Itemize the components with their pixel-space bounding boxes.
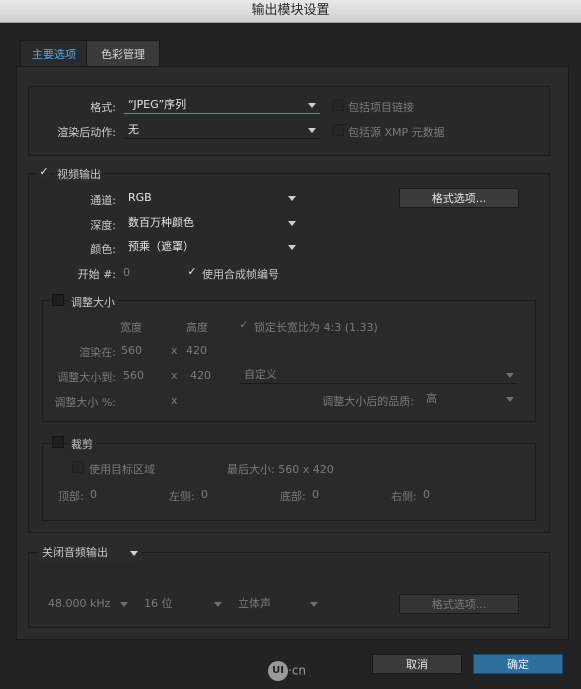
format-dropdown[interactable]: “JPEG”序列 [124, 96, 320, 114]
post-render-dropdown[interactable]: 无 [124, 121, 320, 139]
chevron-down-icon [130, 551, 138, 556]
sample-rate-value: 48.000 kHz [48, 597, 111, 610]
chevron-down-icon [214, 602, 222, 607]
render-height: 420 [186, 344, 207, 357]
final-size-text: 最后大小: 560 x 420 [227, 463, 334, 476]
tab-color-management[interactable]: 色彩管理 [86, 40, 160, 68]
format-label: 格式: [90, 101, 116, 114]
post-render-value: 无 [128, 123, 139, 136]
depth-label: 深度: [90, 219, 116, 232]
crop-right-label: 右侧: [391, 490, 417, 503]
start-frame-value[interactable]: 0 [123, 266, 130, 279]
color-label: 颜色: [90, 243, 116, 256]
audio-format-options-button[interactable]: 格式选项... [399, 594, 519, 614]
watermark-logo: UI ·cn [268, 661, 306, 681]
lock-aspect-label: 锁定长宽比为 4:3 (1.33) [254, 321, 378, 334]
audio-channels-value: 立体声 [238, 597, 271, 610]
bit-depth-dropdown[interactable]: 16 位 [140, 595, 226, 613]
depth-value: 数百万种颜色 [128, 216, 194, 229]
resize-quality-value: 高 [426, 392, 437, 405]
depth-dropdown[interactable]: 数百万种颜色 [124, 214, 300, 232]
render-times: x [171, 344, 178, 357]
resize-to-label: 调整大小到: [57, 371, 116, 384]
video-format-options-button[interactable]: 格式选项... [399, 188, 519, 208]
crop-left-label: 左侧: [169, 490, 195, 503]
color-dropdown[interactable]: 预乘（遮罩） [124, 238, 300, 256]
audio-output-group [28, 552, 550, 628]
crop-top-value[interactable]: 0 [90, 488, 97, 501]
render-width: 560 [121, 344, 142, 357]
include-project-link-checkbox[interactable] [332, 99, 344, 111]
post-render-label: 渲染后动作: [57, 126, 116, 139]
sample-rate-dropdown[interactable]: 48.000 kHz [44, 595, 132, 613]
resize-preset-dropdown[interactable]: 自定义 [240, 366, 518, 384]
include-xmp-checkbox[interactable] [332, 124, 344, 136]
chevron-down-icon [506, 373, 514, 378]
start-frame-label: 开始 #: [77, 268, 116, 281]
use-comp-frame-checkbox[interactable]: ✓ [186, 266, 198, 278]
crop-label: 裁剪 [68, 436, 96, 452]
chevron-down-icon [506, 397, 514, 402]
height-header: 高度 [186, 321, 208, 334]
crop-group [42, 443, 536, 521]
channels-value: RGB [128, 191, 152, 204]
channels-label: 通道: [90, 194, 116, 207]
lock-aspect-checkbox[interactable]: ✓ [238, 319, 250, 331]
video-output-checkbox[interactable]: ✓ [38, 166, 50, 178]
cancel-button[interactable]: 取消 [372, 654, 462, 674]
bit-depth-value: 16 位 [144, 597, 173, 610]
resize-width[interactable]: 560 [123, 369, 144, 382]
chevron-down-icon [288, 221, 296, 226]
audio-output-dropdown[interactable]: 关闭音频输出 [38, 544, 142, 562]
watermark-badge: UI [268, 661, 288, 681]
width-header: 宽度 [120, 321, 142, 334]
resize-quality-label: 调整大小后的品质: [322, 395, 414, 408]
chevron-down-icon [288, 245, 296, 250]
channels-dropdown[interactable]: RGB [124, 189, 300, 207]
chevron-down-icon [288, 196, 296, 201]
resize-checkbox[interactable] [52, 294, 64, 306]
resize-preset-value: 自定义 [244, 368, 277, 381]
color-value: 预乘（遮罩） [128, 240, 194, 253]
chevron-down-icon [310, 602, 318, 607]
window-title: 输出模块设置 [0, 0, 581, 23]
resize-height[interactable]: 420 [190, 369, 211, 382]
tab-main-options[interactable]: 主要选项 [20, 40, 88, 68]
crop-left-value[interactable]: 0 [201, 488, 208, 501]
resize-label: 调整大小 [68, 294, 118, 310]
video-output-label: 视频输出 [54, 166, 104, 182]
crop-top-label: 顶部: [58, 490, 84, 503]
audio-output-value: 关闭音频输出 [42, 546, 108, 559]
use-comp-frame-label: 使用合成帧编号 [202, 268, 279, 281]
use-roi-label: 使用目标区域 [89, 463, 155, 476]
watermark-text: ·cn [288, 663, 307, 678]
resize-quality-dropdown[interactable]: 高 [422, 390, 518, 408]
crop-right-value[interactable]: 0 [423, 488, 430, 501]
resize-percent-times: x [171, 394, 178, 407]
resize-times: x [171, 369, 178, 382]
ok-button[interactable]: 确定 [473, 654, 563, 674]
chevron-down-icon [308, 103, 316, 108]
include-xmp-label: 包括源 XMP 元数据 [348, 126, 445, 139]
resize-percent-label: 调整大小 %: [54, 396, 116, 409]
audio-channels-dropdown[interactable]: 立体声 [234, 595, 322, 613]
crop-checkbox[interactable] [52, 436, 64, 448]
render-at-label: 渲染在: [79, 346, 116, 359]
format-value: “JPEG”序列 [128, 98, 187, 111]
chevron-down-icon [120, 602, 128, 607]
use-roi-checkbox[interactable] [72, 461, 84, 473]
include-project-link-label: 包括项目链接 [348, 101, 414, 114]
chevron-down-icon [308, 128, 316, 133]
crop-bottom-value[interactable]: 0 [312, 488, 319, 501]
crop-bottom-label: 底部: [280, 490, 306, 503]
